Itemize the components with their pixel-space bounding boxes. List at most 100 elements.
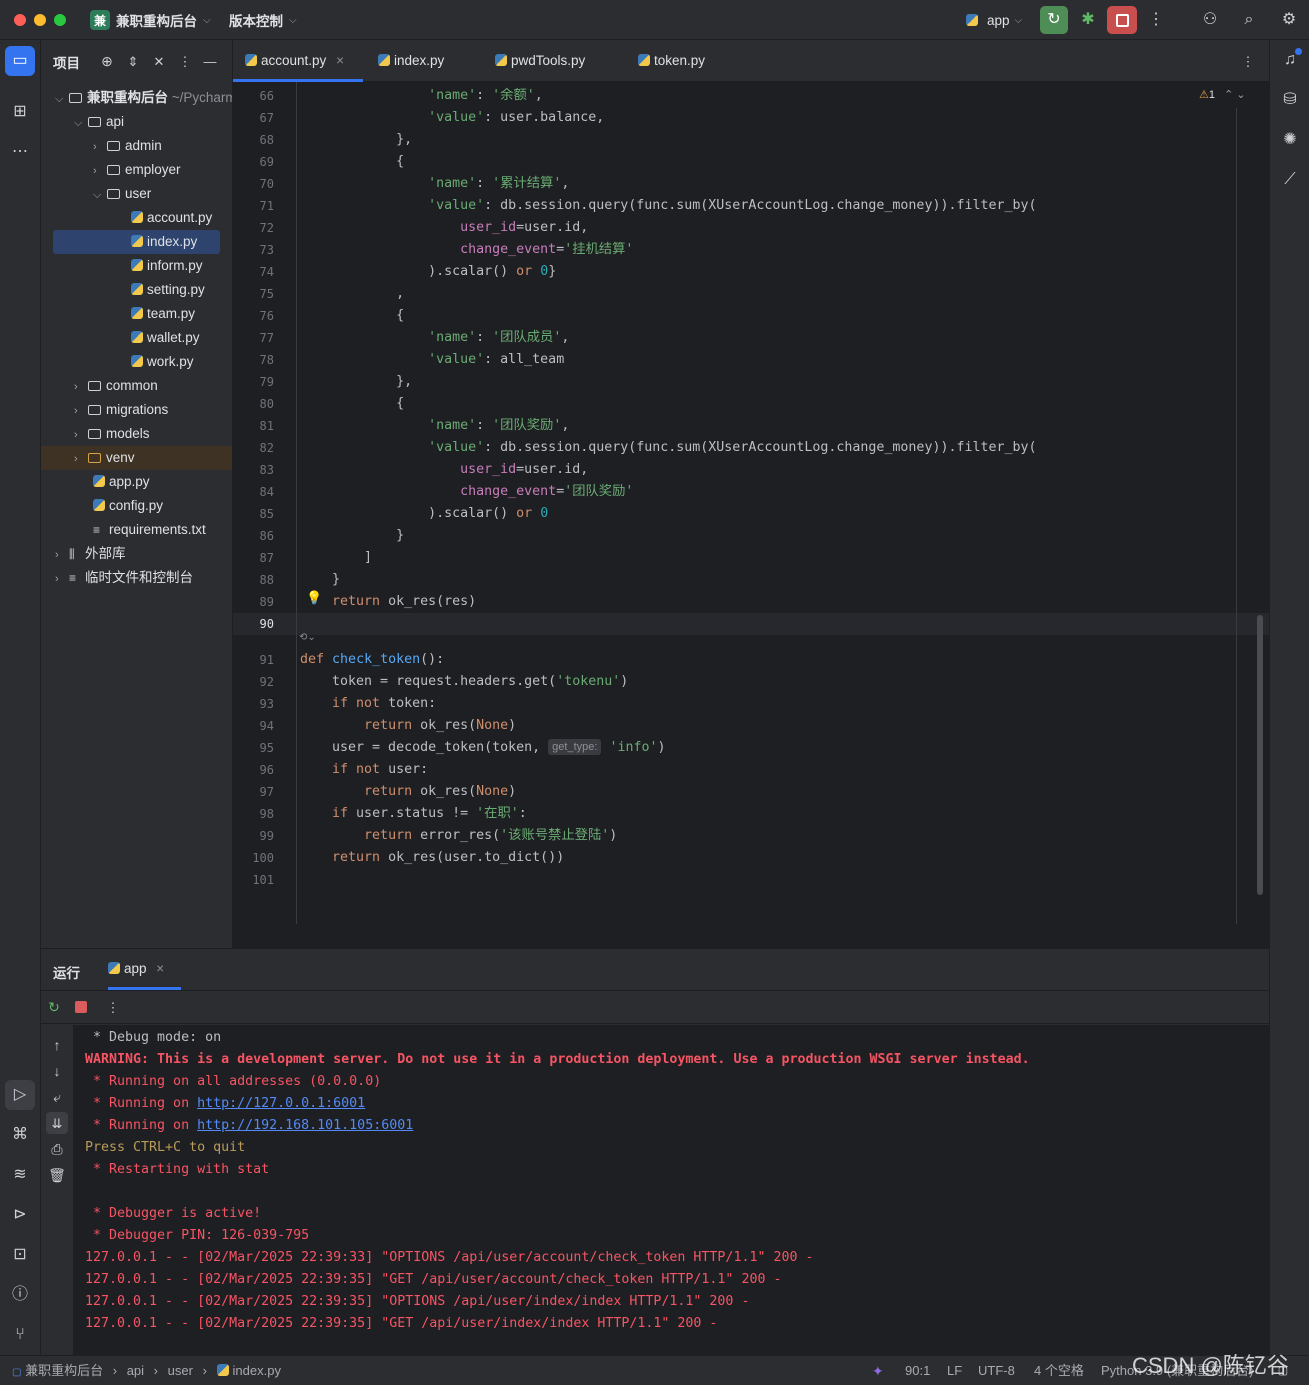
code-line[interactable]: 'value': db.session.query(func.sum(XUser… [300,195,1036,217]
indent-setting[interactable]: 4 个空格 [1034,1356,1084,1385]
run-config-selector[interactable]: app ⌵ [966,9,1022,31]
code-line[interactable]: if not token: [300,693,436,715]
ai-assistant-button[interactable]: ✺ [1278,128,1302,152]
code-line[interactable]: } [300,569,340,591]
code-line[interactable]: { [300,305,404,327]
tree-file-account[interactable]: account.py [131,206,212,230]
tree-file-wallet[interactable]: wallet.py [131,326,200,350]
code-line[interactable]: if user.status != '在职': [300,803,527,825]
vcs-change-marker[interactable]: ⟲⌄ [299,632,316,643]
file-encoding[interactable]: UTF-8 [978,1356,1015,1385]
tab-account-py[interactable]: account.py × [245,40,344,82]
lock-icon[interactable]: ▢ [1276,1364,1290,1378]
code-line[interactable]: 'name': '余额', [300,85,543,107]
ai-status-button[interactable]: ✦ [872,1356,884,1385]
minimize-window-button[interactable] [34,14,46,26]
tree-folder-admin[interactable]: › admin [93,134,162,158]
close-window-button[interactable] [14,14,26,26]
code-line[interactable]: 'value': user.balance, [300,107,604,129]
run-tab-app[interactable]: app × [108,961,164,976]
code-line[interactable]: token = request.headers.get('tokenu') [300,671,628,693]
console-output[interactable]: * Debug mode: on WARNING: This is a deve… [73,1025,1269,1356]
database-button[interactable]: ⛁ [1278,88,1302,112]
caret-position[interactable]: 90:1 [905,1356,930,1385]
tree-root[interactable]: ⌵兼职重构后台 ~/PycharmProjects [55,86,232,110]
code-line[interactable]: 'value': all_team [300,349,564,371]
rerun-button[interactable]: ↻ [1040,6,1068,34]
stop-app-button[interactable] [72,998,90,1016]
code-line[interactable]: user_id=user.id, [300,217,588,239]
profiler-button[interactable]: ⟋ [1278,168,1302,192]
tab-pwdtools-py[interactable]: pwdTools.py [495,40,585,82]
code-line[interactable]: return ok_res(None) [300,781,516,803]
tab-token-py[interactable]: token.py [638,40,705,82]
services-tool-button[interactable]: ⊳ [8,1203,32,1227]
expand-all-button[interactable]: ⇕ [124,52,142,70]
code-line[interactable]: user_id=user.id, [300,459,588,481]
tree-file-work[interactable]: work.py [131,350,194,374]
tree-folder-venv[interactable]: › venv [74,446,135,470]
rerun-app-button[interactable]: ↻ [45,998,63,1016]
soft-wrap-button[interactable]: ⤶ [47,1087,67,1107]
code-line[interactable]: 'value': db.session.query(func.sum(XUser… [300,437,1036,459]
code-line[interactable]: }, [300,371,412,393]
add-user-button[interactable]: ⚇ [1198,8,1222,32]
tree-file-app[interactable]: app.py [93,470,150,494]
network-url-link[interactable]: http://192.168.101.105:6001 [197,1118,413,1133]
breadcrumb-file[interactable]: index.py [233,1363,281,1378]
code-line[interactable]: if not user: [300,759,428,781]
run-tool-button[interactable]: ▷ [5,1080,35,1110]
breadcrumb-api[interactable]: api [127,1363,144,1378]
project-switcher[interactable]: 兼 兼职重构后台 ⌵ [90,9,211,31]
tree-external-libraries[interactable]: › ⫼ 外部库 [55,542,126,566]
tree-file-requirements[interactable]: ≡ requirements.txt [93,518,206,542]
maximize-window-button[interactable] [54,14,66,26]
locate-file-button[interactable]: ⊕ [98,52,116,70]
collapse-all-button[interactable]: ✕ [150,52,168,70]
tree-file-config[interactable]: config.py [93,494,163,518]
code-line[interactable]: ).scalar() or 0} [300,261,556,283]
python-console-button[interactable]: ⌘ [8,1123,32,1147]
code-line[interactable]: def check_token(): [300,649,444,671]
code-line[interactable]: return ok_res(None) [300,715,516,737]
project-tool-button[interactable]: ▭ [5,46,35,76]
stop-button[interactable] [1107,6,1137,34]
code-line[interactable]: return ok_res(user.to_dict()) [300,847,564,869]
tree-folder-models[interactable]: › models [74,422,150,446]
layers-tool-button[interactable]: ≋ [8,1163,32,1187]
scroll-down-button[interactable]: ↓ [47,1061,67,1081]
code-line[interactable]: ] [300,547,372,569]
tree-file-team[interactable]: team.py [131,302,195,326]
code-line[interactable]: return ok_res(res) [300,591,476,613]
tree-file-setting[interactable]: setting.py [131,278,205,302]
code-line[interactable]: return error_res('该账号禁止登陆') [300,825,617,847]
scroll-to-end-button[interactable]: ⇊ [46,1112,68,1134]
code-line[interactable]: , [300,283,404,305]
code-line[interactable]: change_event='团队奖励' [300,481,633,503]
code-line[interactable]: { [300,151,404,173]
local-url-link[interactable]: http://127.0.0.1:6001 [197,1096,365,1111]
code-editor[interactable]: 66 67 68 69 70 71 72 73 74 75 76 77 78 79 80 81 82 83 84 85… [233,82,1269,924]
clear-console-button[interactable]: 🗑 [47,1165,67,1185]
settings-button[interactable]: ⚙ [1277,8,1301,32]
code-line[interactable]: 'name': '团队成员', [300,327,569,349]
terminal-tool-button[interactable]: ⊡ [8,1243,32,1267]
code-line[interactable]: ).scalar() or 0 [300,503,548,525]
print-button[interactable]: ⎙ [47,1139,67,1159]
close-tab-icon[interactable]: × [336,53,344,68]
tree-folder-migrations[interactable]: › migrations [74,398,168,422]
more-actions-button[interactable]: ⋮ [1146,8,1166,32]
tree-folder-employer[interactable]: › employer [93,158,181,182]
run-options-button[interactable]: ⋮ [104,998,122,1016]
tree-folder-api[interactable]: ⌵ api [74,110,124,134]
problems-tool-button[interactable]: ⓘ [8,1283,32,1307]
code-line[interactable]: }, [300,129,412,151]
code-line[interactable]: 'name': '累计结算', [300,173,569,195]
tree-scratches[interactable]: › ≡ 临时文件和控制台 [55,566,193,590]
code-line[interactable]: user = decode_token(token, get_type: 'in… [300,737,666,759]
git-tool-button[interactable]: ⑂ [8,1323,32,1347]
breadcrumb-project[interactable]: 兼职重构后台 [25,1363,103,1378]
lightbulb-icon[interactable]: 💡 [306,590,322,606]
code-line[interactable]: { [300,393,404,415]
search-button[interactable]: ⌕ [1237,8,1261,32]
